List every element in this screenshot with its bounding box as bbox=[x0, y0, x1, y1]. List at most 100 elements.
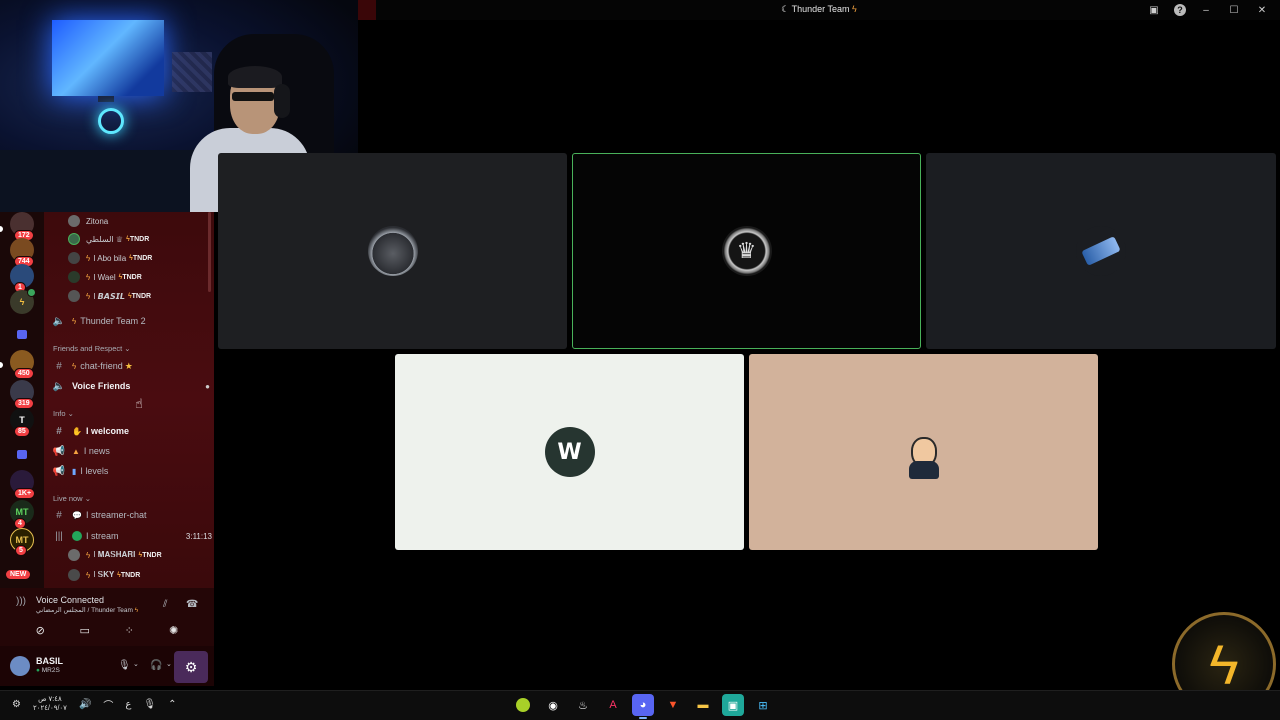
wifi-icon[interactable]: ⌒ bbox=[103, 697, 113, 712]
adobe-icon[interactable]: A bbox=[602, 694, 624, 716]
camera-off-icon[interactable]: ⊘ bbox=[29, 620, 51, 640]
activities-icon[interactable]: ⁘ bbox=[118, 620, 140, 640]
lightning-icon: ϟ bbox=[86, 550, 91, 560]
voice-member[interactable]: السلطي ♕ ϟTNDR bbox=[68, 230, 214, 248]
folder-icon bbox=[17, 329, 27, 339]
lightning-icon: ϟ bbox=[86, 570, 91, 580]
megaphone-icon: 📢 bbox=[52, 445, 66, 457]
text-channel-streamer-chat[interactable]: # 💬 I streamer-chat bbox=[52, 506, 214, 524]
webcam-tv bbox=[52, 20, 164, 96]
chart-icon: ▮ bbox=[72, 466, 77, 476]
participant-tile[interactable] bbox=[926, 153, 1276, 349]
server-icon[interactable]: 744 bbox=[10, 238, 34, 267]
folder-icon[interactable]: ▬ bbox=[692, 694, 714, 716]
server-icon[interactable]: 1K+ bbox=[10, 470, 36, 499]
voice-member[interactable]: ϟ I Wael ϟTNDR bbox=[68, 268, 214, 286]
chevron-up-icon[interactable]: ⌃ bbox=[168, 699, 176, 710]
maximize-button[interactable]: ☐ bbox=[1226, 2, 1242, 18]
network-icon[interactable]: ⚙ bbox=[12, 699, 21, 710]
server-folder[interactable] bbox=[10, 322, 34, 346]
server-icon[interactable]: 1 bbox=[10, 264, 34, 293]
language-indicator[interactable]: ع bbox=[125, 699, 131, 710]
server-icon[interactable]: MT 5 bbox=[10, 528, 34, 556]
minimize-button[interactable]: – bbox=[1198, 2, 1214, 18]
announcement-channel-news[interactable]: 📢 ▲ I news bbox=[52, 442, 214, 460]
avatar bbox=[68, 252, 80, 264]
category-info[interactable]: Info ⌄ bbox=[53, 409, 74, 418]
brave-icon[interactable]: ▼ bbox=[662, 694, 684, 716]
new-badge[interactable]: NEW bbox=[6, 570, 31, 579]
hash-icon: # bbox=[56, 360, 62, 372]
participant-tile[interactable] bbox=[749, 354, 1098, 550]
voice-member[interactable]: ϟ I 𝐌𝐀𝐒𝐇𝐀𝐑𝐈 ϟTNDR bbox=[68, 546, 214, 564]
lightning-icon: ϟ bbox=[86, 272, 91, 282]
avatar[interactable] bbox=[10, 656, 30, 676]
close-button[interactable]: ✕ bbox=[1254, 2, 1270, 18]
screen-share-icon[interactable]: ▭ bbox=[74, 620, 96, 640]
announcement-channel-levels[interactable]: 📢 ▮ I levels bbox=[52, 462, 214, 480]
server-folder[interactable] bbox=[10, 442, 34, 466]
participant-tile[interactable] bbox=[218, 153, 567, 349]
hash-icon: # bbox=[56, 425, 62, 437]
clock[interactable]: ٧:٤٨ ص ٢٠٢٤/٠٩/٠٧ bbox=[33, 695, 67, 713]
taskbar-apps: ◉ ♨ A ◕ ▼ ▬ ▣ ⊞ bbox=[512, 694, 774, 719]
webcam-lamp bbox=[98, 108, 124, 134]
volume-icon[interactable]: 🔊 bbox=[79, 699, 91, 710]
noise-suppression-icon[interactable]: ⫽ bbox=[163, 599, 167, 610]
tennis-ball-icon[interactable] bbox=[512, 694, 534, 716]
discord-icon[interactable]: ◕ bbox=[632, 694, 654, 719]
server-icon[interactable]: 319 bbox=[10, 380, 34, 409]
microphone-icon[interactable]: 🎙 bbox=[118, 660, 131, 671]
fire-icon: ▲ bbox=[72, 446, 80, 456]
channel-scrollbar[interactable] bbox=[208, 212, 211, 292]
voice-member[interactable]: ϟ I 𝐒𝐊𝐘 ϟTNDR bbox=[68, 566, 214, 584]
server-icon[interactable]: 450 bbox=[10, 350, 34, 379]
picture-in-picture-icon[interactable]: ▣ bbox=[1146, 2, 1162, 18]
status-icon: ● bbox=[36, 667, 40, 674]
microphone-icon[interactable]: 🎙 bbox=[143, 699, 156, 710]
voice-channel-path[interactable]: المجلس الرمضاني / Thunder Team ϟ bbox=[36, 606, 138, 614]
chevron-down-icon[interactable]: ⌄ bbox=[133, 660, 139, 668]
server-icon[interactable]: T 85 bbox=[10, 408, 34, 437]
soundboard-icon[interactable]: ✺ bbox=[163, 620, 185, 640]
gear-icon[interactable]: ⚙ bbox=[174, 651, 208, 683]
avatar bbox=[68, 271, 80, 283]
participant-tile-speaking[interactable]: ♛ bbox=[572, 153, 921, 349]
obs-icon[interactable]: ◉ bbox=[542, 694, 564, 716]
server-icon-thunder[interactable]: ϟ bbox=[10, 288, 36, 314]
headphones-icon[interactable]: 🎧 bbox=[150, 660, 162, 671]
star-icon: ★ bbox=[124, 360, 133, 371]
voice-member[interactable]: ϟ I 𝘽𝘼𝙎𝙄𝙇 ϟTNDR bbox=[68, 287, 214, 305]
signal-icon[interactable]: ))) bbox=[16, 596, 26, 607]
category-live-now[interactable]: Live now ⌄ bbox=[53, 494, 91, 503]
app-icon[interactable]: ▣ bbox=[722, 694, 744, 716]
folder-icon bbox=[17, 449, 27, 459]
speaker-icon: 🔈 bbox=[52, 315, 66, 327]
server-icon[interactable]: MT 4 bbox=[10, 500, 34, 529]
mouse-cursor-icon: ☝ bbox=[135, 396, 143, 411]
voice-member[interactable]: Zitona ♟ bbox=[68, 212, 214, 230]
chevron-down-icon[interactable]: ⌄ bbox=[166, 660, 172, 668]
headphones-icon bbox=[274, 84, 290, 118]
live-dot-icon bbox=[72, 531, 82, 541]
start-icon[interactable]: ⊞ bbox=[752, 694, 774, 716]
category-friends-and-respect[interactable]: Friends and Respect ⌄ bbox=[53, 344, 131, 353]
disconnect-icon[interactable]: ☎ bbox=[186, 599, 198, 610]
window-title: ☾ Thunder Team ϟ bbox=[781, 4, 857, 14]
voice-action-buttons: ⊘ ▭ ⁘ ✺ bbox=[0, 620, 214, 642]
help-icon[interactable]: ? bbox=[1174, 4, 1186, 16]
steam-icon[interactable]: ♨ bbox=[572, 694, 594, 716]
chat-bubble-icon[interactable]: ● bbox=[205, 382, 210, 391]
participant-tile[interactable]: W bbox=[395, 354, 744, 550]
voice-channel-voice-friends[interactable]: 🔈 Voice Friends ● bbox=[52, 377, 214, 395]
car-avatar bbox=[367, 226, 418, 276]
voice-channel-stream[interactable]: ||| I stream 3:11:13 bbox=[52, 527, 214, 545]
lightning-icon: ϟ bbox=[86, 291, 91, 301]
voice-channel-thunder-team-2[interactable]: 🔈 ϟ Thunder Team 2 bbox=[52, 312, 214, 330]
server-icon[interactable]: 172 bbox=[10, 212, 34, 241]
voice-member[interactable]: ϟ I Abo bila ϟTNDR bbox=[68, 249, 214, 267]
stage-icon: ||| bbox=[55, 530, 63, 542]
text-channel-welcome[interactable]: # ✋ I welcome bbox=[52, 422, 214, 440]
hash-icon: # bbox=[56, 509, 62, 521]
text-channel-chat-friend[interactable]: # ϟ chat-friend ★ bbox=[52, 357, 214, 375]
